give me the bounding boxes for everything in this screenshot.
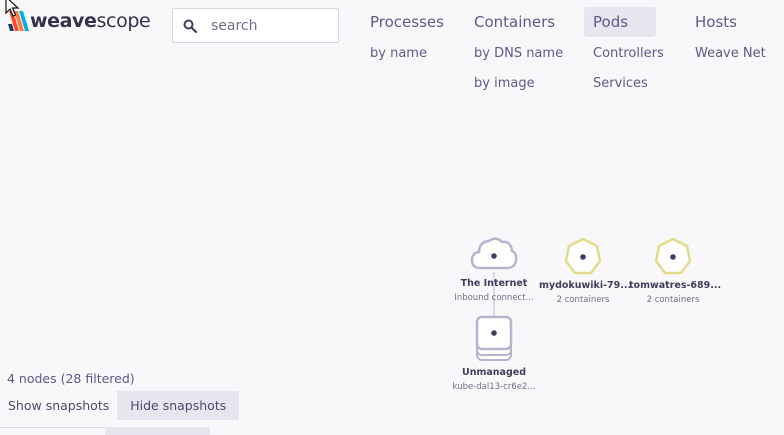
node-count-status: 4 nodes (28 filtered)	[7, 371, 135, 386]
hide-snapshots-button[interactable]: Hide snapshots	[117, 391, 240, 420]
pod-heptagon-icon	[654, 237, 692, 275]
node-label: mydokuwiki-79...	[539, 280, 632, 291]
tab-hosts[interactable]: Hosts	[686, 7, 746, 37]
node-tomwatres-pod[interactable]: tomwatres-689... 2 containers	[629, 236, 722, 305]
sub-tab-pods-services[interactable]: Services	[584, 69, 673, 99]
cloud-icon	[470, 237, 518, 270]
node-label: The Internet	[460, 278, 528, 289]
topology-processes: Processes by name	[361, 7, 453, 69]
node-the-internet[interactable]: The Internet Inbound connect...	[449, 234, 539, 303]
node-mydokuwiki-pod[interactable]: mydokuwiki-79... 2 containers	[539, 236, 632, 305]
sub-tab-pods-controllers[interactable]: Controllers	[584, 39, 673, 69]
sub-tab-containers-by-dns-name[interactable]: by DNS name	[465, 39, 572, 69]
node-sublabel: Inbound connect...	[454, 293, 534, 303]
tab-containers[interactable]: Containers	[465, 7, 564, 37]
sub-tab-processes-by-name[interactable]: by name	[361, 39, 453, 69]
search-icon	[183, 19, 197, 33]
topology-containers: Containers by DNS name by image	[465, 7, 572, 99]
topology-hosts: Hosts Weave Net	[686, 7, 775, 69]
snapshot-toggle: Show snapshots Hide snapshots	[0, 391, 240, 420]
search-box[interactable]	[172, 8, 339, 43]
node-label: Unmanaged	[461, 367, 526, 378]
topology-pods: Pods Controllers Services	[584, 7, 673, 99]
weavescope-logo[interactable]: weavescope	[7, 8, 151, 34]
bottom-panel-tab	[105, 427, 210, 435]
node-sublabel: 2 containers	[646, 295, 700, 305]
sub-tab-hosts-weave-net[interactable]: Weave Net	[686, 39, 775, 69]
node-sublabel: kube-dal13-cr6e2...	[452, 382, 536, 392]
tab-processes[interactable]: Processes	[361, 7, 453, 37]
mouse-cursor-icon	[5, 0, 20, 17]
sub-tab-containers-by-image[interactable]: by image	[465, 69, 572, 99]
node-sublabel: 2 containers	[556, 295, 610, 305]
stack-icon	[475, 315, 513, 361]
bottom-panel-edge	[0, 427, 105, 435]
weavescope-app: weavescope Processes by name Containers …	[0, 0, 784, 435]
tab-pods[interactable]: Pods	[584, 7, 657, 37]
node-label: tomwatres-689...	[629, 280, 722, 291]
pod-heptagon-icon	[564, 237, 602, 275]
node-unmanaged[interactable]: Unmanaged kube-dal13-cr6e2...	[449, 315, 539, 392]
search-input[interactable]	[209, 16, 333, 35]
show-snapshots-button[interactable]: Show snapshots	[0, 391, 117, 420]
logo-text: weavescope	[30, 10, 151, 32]
